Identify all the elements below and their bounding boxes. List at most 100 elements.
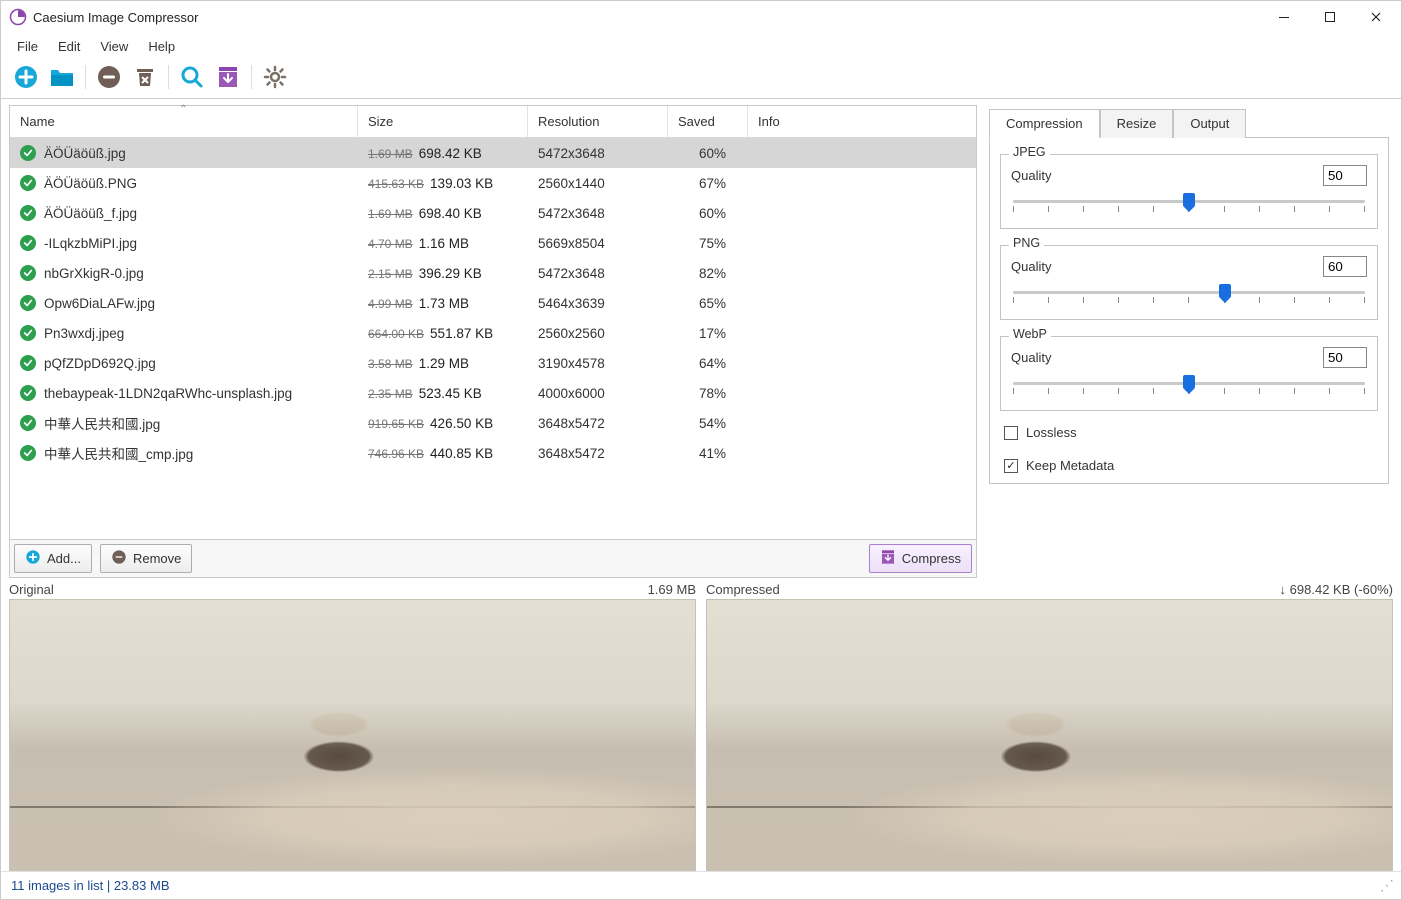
new-size: 139.03 KB xyxy=(430,176,493,191)
status-ok-icon xyxy=(20,355,36,371)
status-ok-icon xyxy=(20,325,36,341)
menu-file[interactable]: File xyxy=(7,36,48,57)
settings-icon[interactable] xyxy=(260,62,290,92)
resolution: 3648x5472 xyxy=(528,446,668,461)
webp-quality-label: Quality xyxy=(1011,350,1051,365)
table-row[interactable]: ÄÖÜäöüß.jpg 1.69 MB 698.42 KB 5472x3648 … xyxy=(10,138,976,168)
lossless-label: Lossless xyxy=(1026,425,1077,440)
preview-original-image[interactable] xyxy=(9,599,696,871)
webp-quality-input[interactable] xyxy=(1323,347,1367,368)
tab-resize[interactable]: Resize xyxy=(1100,109,1174,138)
checkbox-icon: ✓ xyxy=(1004,459,1018,473)
new-size: 523.45 KB xyxy=(419,386,482,401)
file-name: ÄÖÜäöüß.jpg xyxy=(44,146,126,161)
saved-percent: 60% xyxy=(668,206,748,221)
resize-grip-icon[interactable]: ⋰ xyxy=(1380,877,1391,894)
statusbar: 11 images in list | 23.83 MB ⋰ xyxy=(1,871,1401,899)
add-button[interactable]: Add... xyxy=(14,544,92,573)
table-row[interactable]: thebaypeak-1LDN2qaRWhc-unsplash.jpg 2.35… xyxy=(10,378,976,408)
tab-output[interactable]: Output xyxy=(1173,109,1246,138)
keep-metadata-checkbox[interactable]: ✓ Keep Metadata xyxy=(1000,454,1378,477)
minimize-button[interactable] xyxy=(1261,1,1307,33)
png-quality-slider[interactable] xyxy=(1011,285,1367,309)
maximize-button[interactable] xyxy=(1307,1,1353,33)
original-size: 4.70 MB xyxy=(368,237,413,251)
preview-icon[interactable] xyxy=(177,62,207,92)
original-size: 746.96 KB xyxy=(368,447,424,461)
compress-icon[interactable] xyxy=(213,62,243,92)
plus-icon xyxy=(25,549,41,568)
menu-view[interactable]: View xyxy=(90,36,138,57)
file-name: 中華人民共和國_cmp.jpg xyxy=(44,443,193,463)
column-info[interactable]: Info xyxy=(748,106,976,137)
column-name[interactable]: ⌃ Name xyxy=(10,106,358,137)
png-quality-input[interactable] xyxy=(1323,256,1367,277)
table-row[interactable]: 中華人民共和國_cmp.jpg 746.96 KB 440.85 KB 3648… xyxy=(10,438,976,468)
table-header: ⌃ Name Size Resolution Saved Info xyxy=(10,106,976,138)
jpeg-group: JPEG Quality xyxy=(1000,154,1378,229)
table-row[interactable]: ÄÖÜäöüß.PNG 415.63 KB 139.03 KB 2560x144… xyxy=(10,168,976,198)
original-size: 4.99 MB xyxy=(368,297,413,311)
add-folder-icon[interactable] xyxy=(47,62,77,92)
remove-button[interactable]: Remove xyxy=(100,544,192,573)
app-logo-icon xyxy=(9,8,27,26)
toolbar-separator xyxy=(168,65,169,89)
status-ok-icon xyxy=(20,265,36,281)
status-ok-icon xyxy=(20,205,36,221)
table-row[interactable]: Pn3wxdj.jpeg 664.00 KB 551.87 KB 2560x25… xyxy=(10,318,976,348)
column-size[interactable]: Size xyxy=(358,106,528,137)
compress-button[interactable]: Compress xyxy=(869,544,972,573)
menu-help[interactable]: Help xyxy=(138,36,185,57)
jpeg-legend: JPEG xyxy=(1009,145,1050,159)
file-name: Pn3wxdj.jpeg xyxy=(44,326,124,341)
toolbar-separator xyxy=(251,65,252,89)
preview-compressed-label: Compressed xyxy=(706,582,780,597)
table-row[interactable]: Opw6DiaLAFw.jpg 4.99 MB 1.73 MB 5464x363… xyxy=(10,288,976,318)
resolution: 5472x3648 xyxy=(528,146,668,161)
table-row[interactable]: ÄÖÜäöüß_f.jpg 1.69 MB 698.40 KB 5472x364… xyxy=(10,198,976,228)
table-row[interactable]: 中華人民共和國.jpg 919.65 KB 426.50 KB 3648x547… xyxy=(10,408,976,438)
lossless-checkbox[interactable]: Lossless xyxy=(1000,421,1378,444)
new-size: 426.50 KB xyxy=(430,416,493,431)
table-body: ÄÖÜäöüß.jpg 1.69 MB 698.42 KB 5472x3648 … xyxy=(10,138,976,539)
preview-original-label: Original xyxy=(9,582,54,597)
new-size: 551.87 KB xyxy=(430,326,493,341)
status-ok-icon xyxy=(20,445,36,461)
table-row[interactable]: nbGrXkigR-0.jpg 2.15 MB 396.29 KB 5472x3… xyxy=(10,258,976,288)
jpeg-quality-input[interactable] xyxy=(1323,165,1367,186)
png-quality-label: Quality xyxy=(1011,259,1051,274)
add-files-icon[interactable] xyxy=(11,62,41,92)
close-button[interactable] xyxy=(1353,1,1399,33)
clear-list-icon[interactable] xyxy=(130,62,160,92)
table-row[interactable]: pQfZDpD692Q.jpg 3.58 MB 1.29 MB 3190x457… xyxy=(10,348,976,378)
jpeg-quality-slider[interactable] xyxy=(1011,194,1367,218)
table-row[interactable]: -ILqkzbMiPI.jpg 4.70 MB 1.16 MB 5669x850… xyxy=(10,228,976,258)
keep-metadata-label: Keep Metadata xyxy=(1026,458,1114,473)
file-name: Opw6DiaLAFw.jpg xyxy=(44,296,155,311)
compress-icon xyxy=(880,549,896,568)
saved-percent: 41% xyxy=(668,446,748,461)
saved-percent: 65% xyxy=(668,296,748,311)
preview-compressed-image[interactable] xyxy=(706,599,1393,871)
new-size: 1.73 MB xyxy=(419,296,469,311)
original-size: 2.15 MB xyxy=(368,267,413,281)
resolution: 2560x2560 xyxy=(528,326,668,341)
tab-compression[interactable]: Compression xyxy=(989,109,1100,138)
column-saved[interactable]: Saved xyxy=(668,106,748,137)
original-size: 3.58 MB xyxy=(368,357,413,371)
file-name: nbGrXkigR-0.jpg xyxy=(44,266,144,281)
remove-button-label: Remove xyxy=(133,551,181,566)
webp-quality-slider[interactable] xyxy=(1011,376,1367,400)
saved-percent: 67% xyxy=(668,176,748,191)
new-size: 698.42 KB xyxy=(419,146,482,161)
file-name: ÄÖÜäöüß_f.jpg xyxy=(44,206,137,221)
original-size: 1.69 MB xyxy=(368,207,413,221)
column-resolution[interactable]: Resolution xyxy=(528,106,668,137)
status-ok-icon xyxy=(20,295,36,311)
remove-icon[interactable] xyxy=(94,62,124,92)
preview-area: Original 1.69 MB Compressed ↓ 698.42 KB … xyxy=(1,578,1401,871)
status-ok-icon xyxy=(20,145,36,161)
new-size: 1.16 MB xyxy=(419,236,469,251)
resolution: 3648x5472 xyxy=(528,416,668,431)
menu-edit[interactable]: Edit xyxy=(48,36,90,57)
